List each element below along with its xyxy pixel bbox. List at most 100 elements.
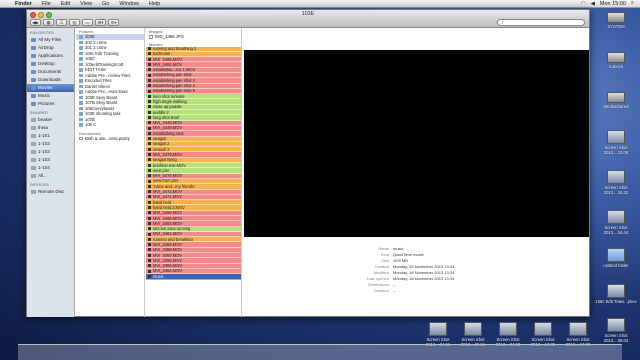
desktop-icon[interactable]: Screen Shot 2013....24.11	[420, 322, 456, 347]
shared-header: SHARED	[30, 110, 49, 115]
desktop-icon[interactable]: Kubrick	[593, 52, 639, 69]
sidebar-item[interactable]: Downloads	[27, 76, 74, 84]
sidebar-item[interactable]: Pictures	[27, 100, 74, 108]
image-icon	[149, 35, 153, 39]
sidebar-item-label: 1-104	[38, 165, 50, 170]
desktop-icon[interactable]: SYSTEM	[593, 12, 639, 29]
movie-icon	[148, 47, 151, 51]
app-menu[interactable]: Finder	[10, 1, 37, 7]
folder-item[interactable]: 106 C	[76, 122, 144, 128]
folder-icon	[79, 117, 83, 121]
sidebar-item-shared[interactable]: 1-104	[27, 164, 74, 172]
screenshot-icon	[499, 322, 517, 336]
menu-go[interactable]: Go	[97, 1, 114, 7]
clock[interactable]: Mon 15:00	[600, 1, 626, 7]
menu-file[interactable]: File	[37, 1, 56, 7]
sidebar-item-shared[interactable]: 1-103	[27, 140, 74, 148]
movie-icon	[148, 179, 151, 183]
desktop-icon[interactable]: 106c Edit Traini...jmov	[593, 284, 639, 304]
movie-icon	[148, 142, 151, 146]
sidebar-item[interactable]: Documents	[27, 68, 74, 76]
devices-header: DEVICES	[30, 182, 49, 187]
view-columns-button[interactable]: ▥	[69, 19, 80, 26]
movie-icon	[148, 52, 151, 56]
sidebar-item-shared[interactable]: 1-102	[27, 148, 74, 156]
desktop-icon[interactable]: Screen Shot 2013....15.32	[593, 170, 639, 195]
sidebar-item[interactable]: Desktop	[27, 60, 74, 68]
title-bar[interactable]: 103E ◀▶ ▦ ☰ ▥ ▭ ⊞▾ ⚙▾ ⌕	[27, 10, 589, 28]
sidebar-item[interactable]: Music	[27, 92, 74, 100]
view-coverflow-button[interactable]: ▭	[82, 19, 93, 26]
desktop-icon[interactable]: Screen Shot 2013....26.51	[455, 322, 491, 347]
volume-icon[interactable]: ◀	[591, 1, 595, 7]
disk-icon	[607, 92, 625, 103]
sidebar-item-label: Desktop	[38, 61, 55, 66]
menu-help[interactable]: Help	[144, 1, 165, 7]
folder-icon	[79, 101, 83, 105]
sidebar-item-shared[interactable]: beaker	[27, 116, 74, 124]
folder-icon	[31, 61, 36, 67]
back-button[interactable]: ◀▶	[30, 19, 41, 26]
movie-icon	[148, 168, 151, 172]
desktop-icon[interactable]: Screen Shot 2013....34.52	[490, 322, 526, 347]
sidebar-item-shared[interactable]: 1-103	[27, 156, 74, 164]
sidebar-item-label: theia	[38, 125, 48, 130]
sidebar-item-label: beaker	[38, 117, 53, 122]
spotlight-icon[interactable]: ⌕	[631, 0, 634, 7]
desktop-icon[interactable]: Screen Shot 2013....17.08	[560, 322, 596, 347]
desktop-icon-label: Screen Shot 2013....26.51	[460, 337, 486, 347]
desktop-icon-label: Screen Shot 2013....24.11	[425, 337, 451, 347]
desktop-icon[interactable]: Screen Shot 2013....17.05	[525, 322, 561, 347]
menu-edit[interactable]: Edit	[56, 1, 75, 7]
sidebar-item[interactable]: Applications	[27, 52, 74, 60]
image-item-label: IMG_1468.JPG	[155, 34, 184, 39]
movie-item[interactable]: music	[146, 274, 241, 280]
arrange-button[interactable]: ⊞▾	[95, 19, 106, 26]
sidebar-item-device[interactable]: Remote Disc	[27, 188, 74, 196]
wifi-icon[interactable]: ◠	[581, 1, 586, 7]
sidebar-item-shared[interactable]: 1-101	[27, 132, 74, 140]
image-item[interactable]: IMG_1468.JPG	[146, 34, 241, 40]
sidebar-item[interactable]: All My Files	[27, 36, 74, 44]
folder-icon	[79, 95, 83, 99]
movie-icon	[148, 184, 151, 188]
folder-column: Folders 103E 202 3 crime 201 3 crime 106c E…	[76, 28, 145, 317]
movie-icon	[148, 195, 151, 199]
sidebar-item-shared[interactable]: theia	[27, 124, 74, 132]
movie-icon	[148, 126, 151, 130]
screenshot-icon	[429, 322, 447, 336]
movie-item-label: hand held 2.MOV	[153, 205, 185, 210]
desktop-icon-label: Screen Shot 2013....08.04	[603, 333, 629, 343]
desktop-icon[interactable]: MediaShared	[593, 92, 639, 109]
sidebar-item-label: 1-103	[38, 141, 50, 146]
document-item[interactable]: Beth & Joe...cess.prproj	[76, 136, 144, 142]
sidebar-item-shared[interactable]: All...	[27, 172, 74, 180]
movie-icon	[148, 147, 151, 151]
sidebar-item[interactable]: AirDrop	[27, 44, 74, 52]
movie-item-label: MVI_3466.MOV	[153, 210, 183, 216]
action-button[interactable]: ⚙▾	[108, 19, 119, 26]
movie-icon	[148, 206, 151, 210]
view-list-button[interactable]: ☰	[56, 19, 67, 26]
folder-icon	[607, 248, 625, 262]
sidebar-item[interactable]: Movies	[27, 84, 74, 92]
movie-item-label: MVI_3465.MOV	[153, 216, 183, 221]
desktop-icon[interactable]: Screen Shot 2013....12.06	[593, 130, 639, 155]
menu-window[interactable]: Window	[114, 1, 144, 7]
movie-icon	[148, 259, 151, 263]
desktop-icon[interactable]: Screen Shot 2013....16.44	[593, 210, 639, 235]
movie-icon	[148, 158, 151, 162]
movie-icon	[148, 243, 151, 247]
info-row: Duration --	[323, 288, 523, 294]
video-preview[interactable]	[244, 50, 589, 237]
search-input[interactable]: ⌕	[497, 19, 585, 26]
movie-item-label: brighton eye.MOV	[153, 163, 186, 168]
view-icons-button[interactable]: ▦	[43, 19, 54, 26]
shot-icon	[607, 170, 625, 184]
movie-icon	[148, 57, 151, 61]
desktop-icon-label: Screen Shot 2013....15.32	[603, 185, 629, 195]
desktop-icon[interactable]: untitled folder	[593, 248, 639, 268]
info-value: --	[393, 288, 396, 293]
desktop-icon[interactable]: Screen Shot 2013....08.04	[593, 318, 639, 343]
menu-view[interactable]: View	[75, 1, 97, 7]
